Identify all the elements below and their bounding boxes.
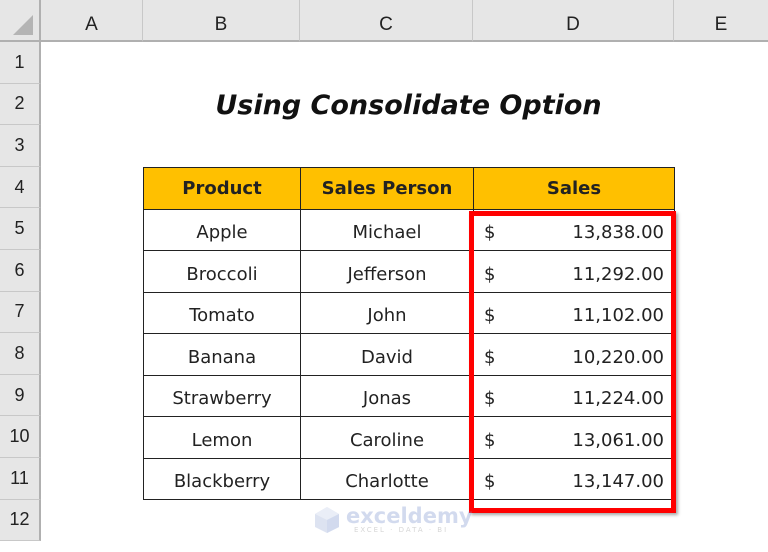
watermark-brand: exceldemy: [346, 504, 473, 528]
row-header-7[interactable]: 7: [0, 291, 41, 334]
watermark: exceldemy EXCEL · DATA · BI: [312, 505, 473, 535]
currency-symbol: $: [484, 222, 496, 244]
header-sales[interactable]: Sales: [473, 167, 675, 210]
row-header-5[interactable]: 5: [0, 208, 41, 250]
sales-person-cell[interactable]: Jonas: [300, 374, 474, 417]
product-cell[interactable]: Banana: [143, 333, 301, 376]
table-row: Strawberry Jonas $11,224.00: [143, 374, 675, 417]
sales-cell[interactable]: $11,292.00: [473, 250, 675, 293]
sales-value: 10,220.00: [572, 346, 664, 368]
table-row: Blackberry Charlotte $13,147.00: [143, 457, 675, 500]
product-cell[interactable]: Apple: [143, 208, 301, 251]
currency-symbol: $: [484, 429, 496, 451]
column-header-c[interactable]: C: [300, 0, 473, 42]
column-header-e[interactable]: E: [674, 0, 768, 42]
sales-person-cell[interactable]: Charlotte: [300, 457, 474, 500]
product-cell[interactable]: Lemon: [143, 416, 301, 459]
sheet-title: Using Consolidate Option: [215, 89, 602, 121]
exceldemy-logo-icon: [315, 507, 339, 533]
sales-value: 13,061.00: [572, 429, 664, 451]
row-header-8[interactable]: 8: [0, 333, 41, 375]
sales-cell[interactable]: $11,224.00: [473, 374, 675, 417]
table-row: Lemon Caroline $13,061.00: [143, 416, 675, 459]
column-header-d[interactable]: D: [473, 0, 674, 42]
sales-cell[interactable]: $10,220.00: [473, 333, 675, 376]
column-header-b[interactable]: B: [143, 0, 300, 42]
row-header-6[interactable]: 6: [0, 250, 41, 292]
currency-symbol: $: [484, 388, 496, 410]
sales-value: 13,147.00: [572, 471, 664, 493]
sales-cell[interactable]: $13,061.00: [473, 416, 675, 459]
currency-symbol: $: [484, 263, 496, 285]
table-header-row: Product Sales Person Sales: [143, 167, 675, 210]
product-cell[interactable]: Blackberry: [143, 457, 301, 500]
select-all-triangle-icon: [13, 15, 33, 35]
sales-cell[interactable]: $13,838.00: [473, 208, 675, 251]
header-sales-person[interactable]: Sales Person: [300, 167, 474, 210]
sales-person-cell[interactable]: John: [300, 291, 474, 334]
row-header-1[interactable]: 1: [0, 42, 41, 84]
sales-table: Product Sales Person Sales Apple Michael $…: [143, 167, 675, 500]
product-cell[interactable]: Tomato: [143, 291, 301, 334]
spreadsheet: A B C D E 1 2 3 4 5 6 7 8 9 10 11 12 Using Consolid…: [0, 0, 768, 552]
select-all-button[interactable]: [0, 0, 41, 42]
sales-person-cell[interactable]: Michael: [300, 208, 474, 251]
sales-person-cell[interactable]: David: [300, 333, 474, 376]
row-header-3[interactable]: 3: [0, 125, 41, 167]
table-row: Broccoli Jefferson $11,292.00: [143, 250, 675, 293]
sales-value: 13,838.00: [572, 222, 664, 244]
table-row: Tomato John $11,102.00: [143, 291, 675, 334]
sales-person-cell[interactable]: Jefferson: [300, 250, 474, 293]
table-row: Banana David $10,220.00: [143, 333, 675, 376]
row-header-4[interactable]: 4: [0, 166, 41, 209]
sales-cell[interactable]: $11,102.00: [473, 291, 675, 334]
sales-value: 11,292.00: [572, 263, 664, 285]
sales-person-cell[interactable]: Caroline: [300, 416, 474, 459]
column-header-a[interactable]: A: [41, 0, 143, 42]
row-header-2[interactable]: 2: [0, 83, 41, 126]
product-cell[interactable]: Broccoli: [143, 250, 301, 293]
row-header-11[interactable]: 11: [0, 458, 41, 500]
currency-symbol: $: [484, 346, 496, 368]
product-cell[interactable]: Strawberry: [143, 374, 301, 417]
sales-value: 11,102.00: [572, 305, 664, 327]
sales-cell[interactable]: $13,147.00: [473, 457, 675, 500]
header-product[interactable]: Product: [143, 167, 301, 210]
watermark-tagline: EXCEL · DATA · BI: [354, 526, 449, 534]
row-header-9[interactable]: 9: [0, 374, 41, 417]
row-header-12[interactable]: 12: [0, 499, 41, 542]
sales-value: 11,224.00: [572, 388, 664, 410]
row-header-10[interactable]: 10: [0, 416, 41, 458]
currency-symbol: $: [484, 305, 496, 327]
table-row: Apple Michael $13,838.00: [143, 208, 675, 251]
currency-symbol: $: [484, 471, 496, 493]
